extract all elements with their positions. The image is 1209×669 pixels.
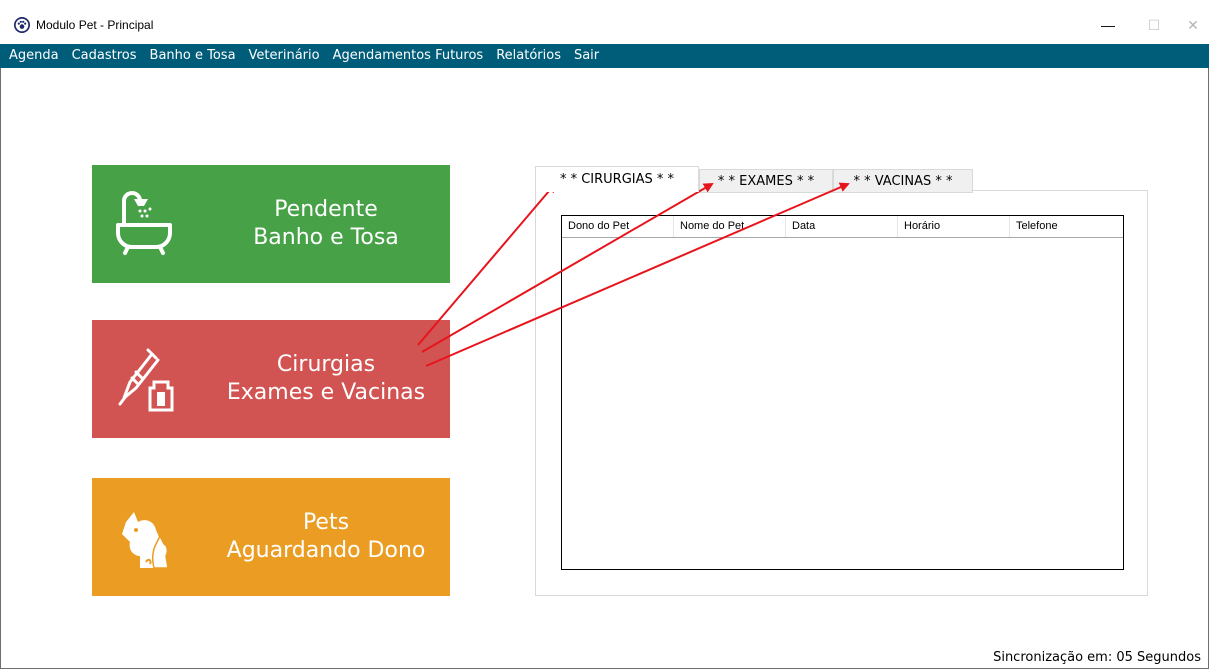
- column-header-telefone[interactable]: Telefone: [1010, 216, 1123, 237]
- pets-aguardando-dono-button[interactable]: Pets Aguardando Dono: [92, 478, 450, 596]
- menu-item-banho-tosa[interactable]: Banho e Tosa: [143, 44, 242, 68]
- data-grid[interactable]: Dono do Pet Nome do Pet Data Horário Tel…: [561, 215, 1124, 570]
- window-title: Modulo Pet - Principal: [36, 18, 154, 32]
- column-header-dono[interactable]: Dono do Pet: [562, 216, 674, 237]
- tile-line-1: Pendente: [274, 197, 378, 222]
- tab-exames[interactable]: * * EXAMES * *: [699, 169, 833, 193]
- dog-cat-icon: [110, 500, 180, 574]
- maximize-button[interactable]: ☐: [1131, 10, 1177, 40]
- menu-item-agenda[interactable]: Agenda: [2, 44, 65, 68]
- tab-vacinas[interactable]: * * VACINAS * *: [833, 169, 973, 193]
- tile-label: Pets Aguardando Dono: [202, 478, 450, 596]
- tile-line-1: Cirurgias: [276, 352, 376, 377]
- column-header-horario[interactable]: Horário: [898, 216, 1010, 237]
- column-header-nome[interactable]: Nome do Pet: [674, 216, 786, 237]
- tile-line-2: Banho e Tosa: [253, 225, 399, 250]
- tile-label: Cirurgias Exames e Vacinas: [202, 320, 450, 438]
- tile-line-2: Aguardando Dono: [226, 538, 426, 563]
- bathtub-icon: [110, 187, 180, 261]
- menu-item-relatorios[interactable]: Relatórios: [489, 44, 567, 68]
- close-button[interactable]: ✕: [1177, 10, 1209, 40]
- tab-cirurgias[interactable]: * * CIRURGIAS * *: [535, 166, 699, 192]
- tile-line-1: Pets: [302, 510, 350, 535]
- column-header-data[interactable]: Data: [786, 216, 898, 237]
- menu-item-agendamentos-futuros[interactable]: Agendamentos Futuros: [326, 44, 490, 68]
- minimize-button[interactable]: —: [1085, 10, 1131, 40]
- menu-bar: Agenda Cadastros Banho e Tosa Veterinári…: [0, 44, 1209, 68]
- title-bar: Modulo Pet - Principal — ☐ ✕: [0, 0, 1209, 44]
- syringe-bottle-icon: [110, 342, 180, 416]
- menu-item-sair[interactable]: Sair: [567, 44, 605, 68]
- menu-item-veterinario[interactable]: Veterinário: [242, 44, 326, 68]
- tile-line-2: Exames e Vacinas: [226, 380, 426, 405]
- menu-item-cadastros[interactable]: Cadastros: [65, 44, 143, 68]
- tile-label: Pendente Banho e Tosa: [202, 165, 450, 283]
- pendente-banho-tosa-button[interactable]: Pendente Banho e Tosa: [92, 165, 450, 283]
- grid-header: Dono do Pet Nome do Pet Data Horário Tel…: [562, 216, 1123, 238]
- paw-icon: [14, 17, 30, 33]
- cirurgias-exames-vacinas-button[interactable]: Cirurgias Exames e Vacinas: [92, 320, 450, 438]
- sync-status: Sincronização em: 05 Segundos: [993, 650, 1201, 665]
